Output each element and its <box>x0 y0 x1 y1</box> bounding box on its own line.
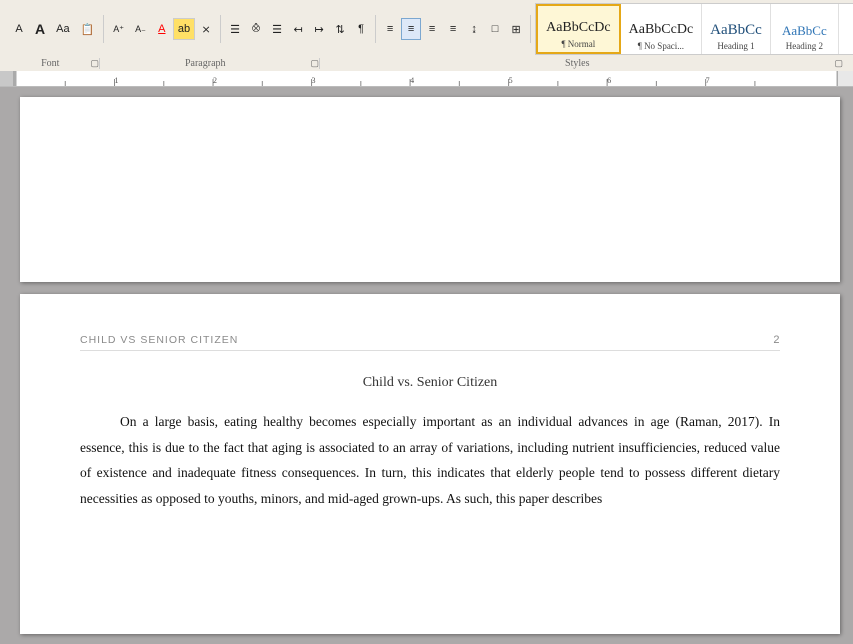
style-heading2-preview: AaBbCc <box>782 23 827 39</box>
align-justify-btn[interactable]: ≡ <box>443 18 463 40</box>
doc-paragraph1: On a large basis, eating healthy becomes… <box>80 409 780 512</box>
font-aa-btn[interactable]: Aa <box>51 18 74 40</box>
font-group: A A Aa 📋 <box>5 15 104 43</box>
svg-text:7: 7 <box>706 76 710 85</box>
align-group: ≡ ≡ ≡ ≡ ↨ □ ⊞ <box>376 15 531 43</box>
format-group: A⁺ A₋ A ab ⨯ <box>104 15 221 43</box>
font-label: Font ▢ <box>10 58 100 69</box>
svg-text:5: 5 <box>509 76 513 85</box>
page1 <box>20 97 840 282</box>
decrease-indent-btn[interactable]: ↤ <box>288 18 308 40</box>
style-heading2[interactable]: AaBbCc Heading 2 <box>771 4 839 54</box>
style-title[interactable]: AaB Title <box>839 4 853 54</box>
border-btn[interactable]: ⊞ <box>506 18 526 40</box>
svg-text:6: 6 <box>607 76 611 85</box>
ruler: 1 2 3 4 5 6 7 <box>0 71 853 87</box>
subscript-btn[interactable]: A₋ <box>130 18 151 40</box>
page2-header: CHILD VS SENIOR CITIZEN 2 <box>80 334 780 351</box>
style-heading1-label: Heading 1 <box>717 41 754 51</box>
svg-text:2: 2 <box>213 76 217 85</box>
numbering-btn[interactable]: ⨶ <box>246 18 266 40</box>
ruler-marks: 1 2 3 4 5 6 7 <box>16 71 837 86</box>
font-size-small-btn[interactable]: A <box>9 18 29 40</box>
toolbar-row1: A A Aa 📋 A⁺ A₋ A ab ⨯ ☰ ⨶ ☰ ↤ ↦ ⇅ ¶ ≡ ≡ … <box>5 3 848 57</box>
style-normal[interactable]: AaBbCcDc ¶ Normal <box>536 4 621 54</box>
page2-header-title: CHILD VS SENIOR CITIZEN <box>80 334 238 346</box>
increase-indent-btn[interactable]: ↦ <box>309 18 329 40</box>
align-left-btn[interactable]: ≡ <box>380 18 400 40</box>
styles-label: Styles ▢ <box>320 58 843 69</box>
style-normal-label: ¶ Normal <box>561 39 595 49</box>
line-spacing-btn[interactable]: ↨ <box>464 18 484 40</box>
ruler-inner: 1 2 3 4 5 6 7 <box>15 71 838 86</box>
list-group: ☰ ⨶ ☰ ↤ ↦ ⇅ ¶ <box>221 15 376 43</box>
style-no-spacing[interactable]: AaBbCcDc ¶ No Spaci... <box>621 4 703 54</box>
styles-gallery: AaBbCcDc ¶ Normal AaBbCcDc ¶ No Spaci...… <box>535 3 853 55</box>
font-clear-btn[interactable]: ⨯ <box>196 18 216 40</box>
svg-text:3: 3 <box>312 76 316 85</box>
paragraph-label: Paragraph ▢ <box>100 58 320 69</box>
multilevel-btn[interactable]: ☰ <box>267 18 287 40</box>
font-clipart-btn[interactable]: 📋 <box>76 18 100 40</box>
font-color-btn[interactable]: A <box>152 18 172 40</box>
style-heading2-label: Heading 2 <box>786 41 823 51</box>
page2: CHILD VS SENIOR CITIZEN 2 Child vs. Seni… <box>20 294 840 634</box>
show-marks-btn[interactable]: ¶ <box>351 18 371 40</box>
style-no-spacing-preview: AaBbCcDc <box>629 22 694 39</box>
font-size-large-btn[interactable]: A <box>30 18 50 40</box>
page2-number: 2 <box>773 334 780 346</box>
align-center-btn[interactable]: ≡ <box>401 18 421 40</box>
style-heading1[interactable]: AaBbCc Heading 1 <box>702 4 771 54</box>
superscript-up-btn[interactable]: A⁺ <box>108 18 129 40</box>
shading-btn[interactable]: □ <box>485 18 505 40</box>
bullets-btn[interactable]: ☰ <box>225 18 245 40</box>
pages-container: CHILD VS SENIOR CITIZEN 2 Child vs. Seni… <box>0 87 853 644</box>
main-toolbar: A A Aa 📋 A⁺ A₋ A ab ⨯ ☰ ⨶ ☰ ↤ ↦ ⇅ ¶ ≡ ≡ … <box>0 0 853 71</box>
style-normal-preview: AaBbCcDc <box>546 20 611 37</box>
section-labels-row: Font ▢ Paragraph ▢ Styles ▢ <box>5 57 848 71</box>
svg-text:4: 4 <box>410 76 414 85</box>
style-no-spacing-label: ¶ No Spaci... <box>638 41 684 51</box>
doc-title: Child vs. Senior Citizen <box>80 375 780 391</box>
sort-btn[interactable]: ⇅ <box>330 18 350 40</box>
doc-body: On a large basis, eating healthy becomes… <box>80 409 780 512</box>
align-right-btn[interactable]: ≡ <box>422 18 442 40</box>
style-heading1-preview: AaBbCc <box>710 21 762 39</box>
svg-text:1: 1 <box>115 76 119 85</box>
highlight-btn[interactable]: ab <box>173 18 195 40</box>
